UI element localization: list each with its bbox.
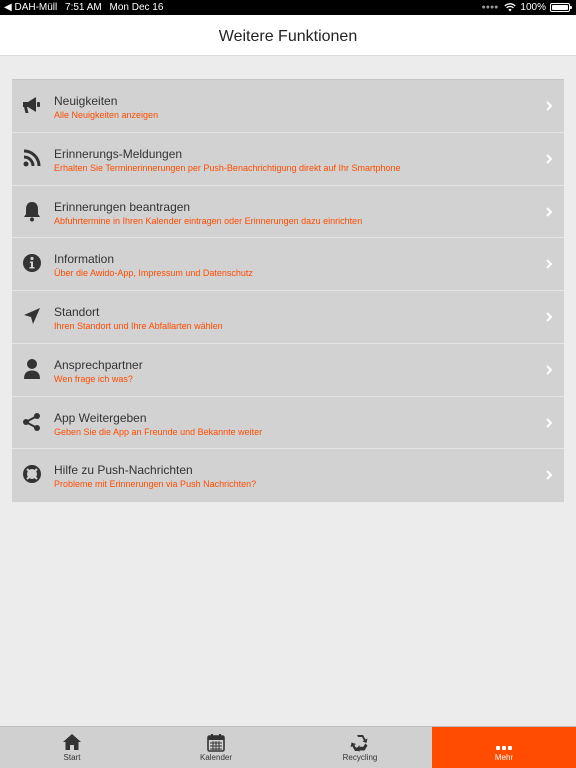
menu-item-app-weitergeben[interactable]: App Weitergeben Geben Sie die App an Fre…: [12, 397, 564, 450]
menu-item-title: Standort: [54, 305, 100, 319]
chevron-right-icon: [544, 152, 554, 164]
chevron-right-icon: [544, 310, 554, 322]
lifebuoy-icon: [20, 462, 44, 486]
chevron-right-icon: [544, 363, 554, 375]
menu-item-information[interactable]: Information Über die Awido-App, Impressu…: [12, 238, 564, 291]
status-left: ◀ DAH-Müll 7:51 AM Mon Dec 16: [4, 0, 168, 15]
menu-item-subtitle: Erhalten Sie Terminerinnerungen per Push…: [54, 162, 401, 173]
location-arrow-icon: [20, 304, 44, 328]
recycle-icon: [288, 733, 432, 753]
more-icon: [432, 733, 576, 753]
menu-item-title: Ansprechpartner: [54, 357, 143, 372]
tab-recycling[interactable]: Recycling: [288, 727, 432, 768]
nav-bar: Weitere Funktionen: [0, 15, 576, 56]
page-title: Weitere Funktionen: [218, 28, 358, 45]
info-icon: [20, 251, 44, 275]
tab-label: Recycling: [342, 753, 378, 762]
menu-item-subtitle: Geben Sie die App an Freunde und Bekannt…: [54, 426, 263, 437]
chevron-right-icon: [544, 257, 554, 269]
chevron-right-icon: [544, 205, 554, 217]
battery-percent: 100%: [520, 2, 546, 13]
menu-item-title: Erinnerungs-Meldungen: [54, 146, 183, 161]
menu-item-subtitle: Wen frage ich was?: [54, 373, 133, 384]
back-to-app-link[interactable]: ◀ DAH-Müll: [4, 2, 57, 13]
menu-item-title: Neuigkeiten: [54, 94, 118, 108]
battery-icon: [550, 3, 572, 12]
menu-item-title: App Weitergeben: [54, 410, 147, 425]
tab-start[interactable]: Start: [0, 727, 144, 768]
menu-list: Neuigkeiten Alle Neuigkeiten anzeigen Er…: [12, 79, 564, 502]
tab-label: Mehr: [494, 753, 514, 762]
home-icon: [0, 733, 144, 753]
menu-item-title: Information: [54, 252, 115, 267]
signal-icon: ●●●●: [481, 4, 499, 11]
bell-icon: [20, 199, 44, 223]
menu-item-subtitle: Abfuhrtermine in Ihren Kalender eintrage…: [54, 215, 363, 226]
menu-item-erinnerungs-meldungen[interactable]: Erinnerungs-Meldungen Erhalten Sie Termi…: [12, 133, 564, 186]
status-time: 7:51 AM: [65, 2, 102, 13]
share-icon: [20, 410, 44, 434]
menu-item-subtitle: Über die Awido-App, Impressum und Datens…: [54, 268, 253, 279]
menu-item-hilfe-push[interactable]: Hilfe zu Push-Nachrichten Probleme mit E…: [12, 449, 564, 502]
chevron-right-icon: [544, 468, 554, 480]
status-bar: ◀ DAH-Müll 7:51 AM Mon Dec 16 ●●●● 100%: [0, 0, 576, 15]
menu-item-subtitle: Alle Neuigkeiten anzeigen: [54, 110, 159, 120]
tab-bar: Start Kalender Recycling Mehr: [0, 726, 576, 768]
megaphone-icon: [20, 93, 44, 117]
status-right: ●●●● 100%: [481, 0, 572, 15]
menu-item-subtitle: Ihren Standort und Ihre Abfallarten wähl…: [54, 321, 223, 331]
chevron-right-icon: [544, 99, 554, 111]
menu-item-standort[interactable]: Standort Ihren Standort und Ihre Abfalla…: [12, 291, 564, 344]
tab-label: Start: [63, 753, 81, 762]
user-icon: [20, 357, 44, 381]
tab-kalender[interactable]: Kalender: [144, 727, 288, 768]
menu-item-ansprechpartner[interactable]: Ansprechpartner Wen frage ich was?: [12, 344, 564, 397]
chevron-right-icon: [544, 416, 554, 428]
tab-label: Kalender: [199, 753, 233, 762]
menu-item-erinnerungen-beantragen[interactable]: Erinnerungen beantragen Abfuhrtermine in…: [12, 186, 564, 239]
wifi-icon: [504, 3, 517, 12]
menu-item-title: Erinnerungen beantragen: [54, 199, 191, 214]
tab-mehr[interactable]: Mehr: [432, 727, 576, 768]
rss-icon: [20, 146, 44, 170]
status-date: Mon Dec 16: [109, 2, 164, 13]
menu-item-neuigkeiten[interactable]: Neuigkeiten Alle Neuigkeiten anzeigen: [12, 80, 564, 133]
calendar-icon: [144, 733, 288, 753]
menu-item-title: Hilfe zu Push-Nachrichten: [54, 463, 193, 478]
menu-item-subtitle: Probleme mit Erinnerungen via Push Nachr…: [54, 479, 257, 490]
